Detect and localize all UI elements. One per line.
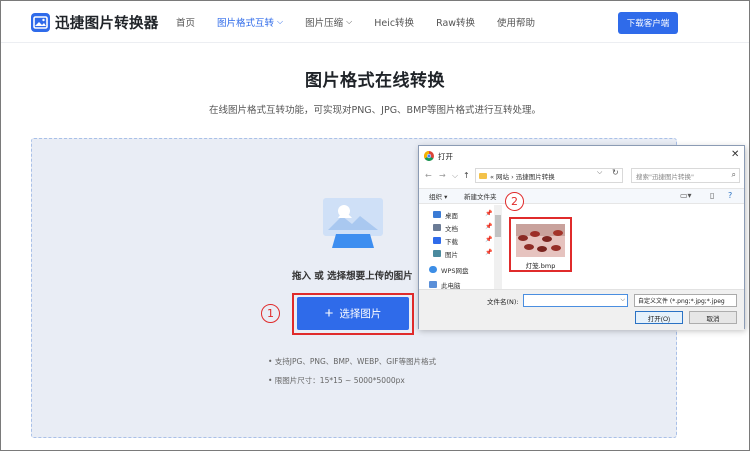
sidebar-item-documents[interactable]: 文档 <box>433 222 458 233</box>
filename-input[interactable]: ⌵ <box>523 294 628 307</box>
desktop-icon <box>433 211 441 218</box>
cancel-button[interactable]: 取消 <box>689 311 737 324</box>
organize-menu[interactable]: 组织 ▾ <box>429 191 447 201</box>
dialog-search-input[interactable]: 搜索"迅捷图片转换" ⌕ <box>631 168 740 183</box>
open-button[interactable]: 打开(O) <box>635 311 683 324</box>
chevron-down-icon[interactable]: ⌵ <box>452 171 458 181</box>
chrome-icon <box>424 151 434 161</box>
nav-label: Raw转换 <box>436 18 476 29</box>
up-arrow-icon[interactable]: ↑ <box>463 171 470 180</box>
chevron-down-icon[interactable]: ⌵ <box>597 168 602 177</box>
nav-label: Heic转换 <box>374 18 415 29</box>
sidebar-label: 此电脑 <box>441 281 461 290</box>
back-arrow-icon[interactable]: ← <box>425 171 432 180</box>
select-image-button[interactable]: + 选择图片 <box>297 297 409 330</box>
dialog-address-row: ← → ⌵ ↑ « 网站 › 迅捷图片转换 ⌵ ↻ 搜索"迅捷图片转换" ⌕ <box>419 166 744 186</box>
nav-label: 首页 <box>176 18 196 29</box>
sidebar-item-pictures[interactable]: 图片 <box>433 248 458 259</box>
refresh-icon[interactable]: ↻ <box>612 168 619 177</box>
page-subtitle: 在线图片格式互转功能，可实现对PNG、JPG、BMP等图片格式进行互转处理。 <box>208 105 542 116</box>
dialog-titlebar: 打开 ✕ <box>419 146 744 166</box>
sidebar-label: 图片 <box>445 250 458 259</box>
file-item[interactable]: 灯笼.bmp <box>509 217 572 272</box>
search-placeholder: 搜索"迅捷图片转换" <box>636 172 694 181</box>
filename-label: 文件名(N): <box>487 298 519 306</box>
sidebar-label: WPS网盘 <box>441 266 469 275</box>
sidebar-item-desktop[interactable]: 桌面 <box>433 209 458 220</box>
chevron-down-icon: ⌵ <box>277 17 284 26</box>
cloud-icon <box>429 266 437 273</box>
address-path: « 网站 › 迅捷图片转换 <box>490 172 555 181</box>
dialog-footer: 文件名(N): ⌵ 自定义文件 (*.png;*.jpg;*.jpeg 打开(O… <box>419 289 744 330</box>
file-name: 灯笼.bmp <box>525 262 556 270</box>
file-thumbnail <box>516 224 565 257</box>
folder-icon <box>479 172 487 179</box>
sidebar-item-downloads[interactable]: 下载 <box>433 235 458 246</box>
nav-item-compress[interactable]: 图片压缩 ⌵ <box>305 15 352 29</box>
document-icon <box>433 224 441 231</box>
pin-icon: 📌 <box>485 236 493 243</box>
page-title: 图片格式在线转换 <box>305 71 445 91</box>
dialog-sidebar: 桌面 📌 文档 📌 下载 📌 图片 📌 WPS网盘 此电脑 <box>419 205 502 290</box>
nav-item-raw[interactable]: Raw转换 <box>436 15 475 29</box>
nav-item-heic[interactable]: Heic转换 <box>374 15 414 29</box>
search-icon: ⌕ <box>731 170 736 179</box>
nav-label: 图片格式互转 <box>217 18 275 29</box>
step-marker-1: 1 <box>261 304 280 323</box>
sidebar-item-wps-cloud[interactable]: WPS网盘 <box>429 264 468 275</box>
download-client-button[interactable]: 下载客户端 <box>618 12 678 34</box>
nav-label: 图片压缩 <box>305 18 344 29</box>
nav-label: 使用帮助 <box>497 18 536 29</box>
sidebar-scrollbar[interactable] <box>494 205 502 289</box>
file-type-value: 自定义文件 (*.png;*.jpg;*.jpeg <box>638 298 725 305</box>
pin-icon: 📌 <box>485 210 493 217</box>
computer-icon <box>429 281 437 288</box>
view-options-icon[interactable]: ▭▾ <box>680 191 692 200</box>
logo-icon <box>31 13 50 32</box>
format-requirement: • 支持JPG、PNG、BMP、WEBP、GIF等图片格式 <box>268 357 437 366</box>
download-icon <box>433 237 441 244</box>
close-icon[interactable]: ✕ <box>731 149 739 160</box>
dialog-toolbar: 组织 ▾ 新建文件夹 ▭▾ ▯ ? <box>419 188 744 204</box>
file-type-select[interactable]: 自定义文件 (*.png;*.jpg;*.jpeg <box>634 294 737 307</box>
chevron-down-icon: ⌵ <box>346 17 353 26</box>
chevron-down-icon[interactable]: ⌵ <box>620 296 625 304</box>
nav-item-format-convert[interactable]: 图片格式互转 ⌵ <box>217 15 283 29</box>
select-button-label: 选择图片 <box>339 308 382 320</box>
logo-text: 迅捷图片转换器 <box>55 16 159 32</box>
pin-icon: 📌 <box>485 223 493 230</box>
sidebar-label: 下载 <box>445 237 458 246</box>
step-marker-2: 2 <box>505 192 524 211</box>
help-icon[interactable]: ? <box>728 191 732 200</box>
new-folder-button[interactable]: 新建文件夹 <box>464 191 497 201</box>
open-file-dialog: 打开 ✕ ← → ⌵ ↑ « 网站 › 迅捷图片转换 ⌵ ↻ 搜索"迅捷图片转换… <box>418 145 745 330</box>
pictures-icon <box>433 250 441 257</box>
upload-illustration-icon <box>323 198 383 248</box>
dialog-title: 打开 <box>438 152 453 161</box>
sidebar-label: 文档 <box>445 224 458 233</box>
nav-item-home[interactable]: 首页 <box>176 15 195 29</box>
sidebar-label: 桌面 <box>445 211 458 220</box>
forward-arrow-icon[interactable]: → <box>439 171 446 180</box>
preview-pane-icon[interactable]: ▯ <box>710 191 714 200</box>
top-nav: 迅捷图片转换器 首页 图片格式互转 ⌵ 图片压缩 ⌵ Heic转换 Raw转换 使用… <box>1 1 749 43</box>
drop-hint-text: 拖入 或 选择想要上传的图片 <box>292 271 413 282</box>
pin-icon: 📌 <box>485 249 493 256</box>
scrollbar-thumb[interactable] <box>495 215 501 237</box>
size-requirement: • 限图片尺寸：15*15 ~ 5000*5000px <box>268 376 405 385</box>
plus-icon: + <box>324 305 334 322</box>
nav-items: 首页 图片格式互转 ⌵ 图片压缩 ⌵ Heic转换 Raw转换 使用帮助 <box>176 15 557 29</box>
logo[interactable]: 迅捷图片转换器 <box>31 12 159 33</box>
nav-item-help[interactable]: 使用帮助 <box>497 15 535 29</box>
